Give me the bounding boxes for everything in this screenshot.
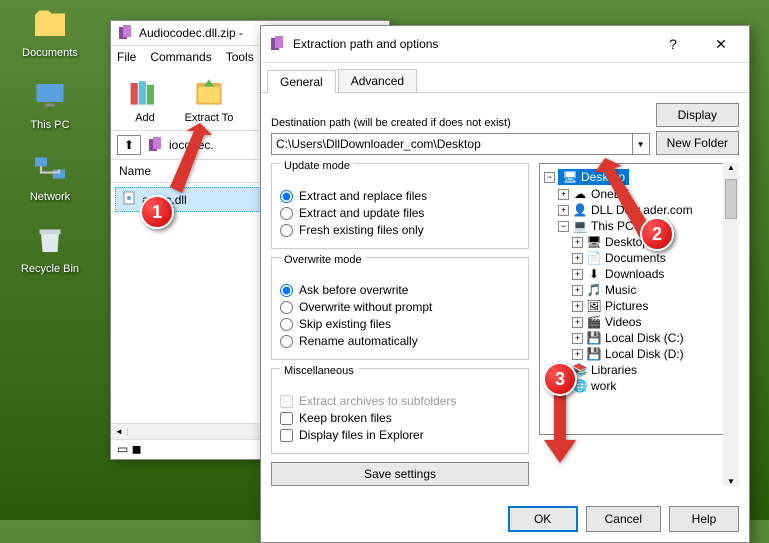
expand-icon[interactable]: + (572, 269, 583, 280)
drive-icon: 💾 (586, 331, 602, 345)
destination-label: Destination path (will be created if doe… (271, 117, 650, 129)
annotation-badge-3: 3 (543, 362, 577, 396)
desktop-icons: Documents This PC Network Recycle Bin (10, 5, 90, 293)
expand-icon[interactable]: + (558, 205, 569, 216)
pc-icon: 💻 (572, 219, 588, 233)
up-button[interactable]: ⬆ (117, 135, 141, 155)
radio-skip-existing[interactable]: Skip existing files (280, 317, 520, 331)
icon-label: Network (10, 191, 90, 203)
menu-commands[interactable]: Commands (150, 50, 211, 64)
help-button[interactable]: Help (669, 506, 739, 532)
expand-icon[interactable]: − (558, 221, 569, 232)
help-button[interactable]: ? (653, 32, 693, 56)
tab-bar: General Advanced (261, 63, 749, 92)
radio-extract-replace[interactable]: Extract and replace files (280, 189, 520, 203)
books-extract-icon (189, 74, 229, 110)
dialog-title-text: Extraction path and options (293, 37, 645, 51)
radio-overwrite-noprompt[interactable]: Overwrite without prompt (280, 300, 520, 314)
tree-network[interactable]: work (591, 379, 616, 393)
expand-icon[interactable]: − (544, 172, 555, 183)
network-icon (31, 149, 69, 187)
tab-advanced[interactable]: Advanced (338, 69, 417, 92)
icon-label: This PC (10, 119, 90, 131)
dll-file-icon (122, 191, 136, 208)
ok-button[interactable]: OK (508, 506, 578, 532)
group-legend: Update mode (280, 160, 354, 172)
expand-icon[interactable]: + (572, 285, 583, 296)
annotation-badge-1: 1 (140, 195, 174, 229)
extraction-dialog: Extraction path and options ? ✕ General … (260, 25, 750, 543)
pictures-icon: 🖼 (586, 299, 602, 313)
dialog-button-row: OK Cancel Help (261, 496, 749, 542)
downloads-icon: ⬇ (586, 267, 602, 281)
annotation-arrow-3 (540, 395, 580, 468)
cancel-button[interactable]: Cancel (586, 506, 661, 532)
user-icon: 👤 (572, 203, 588, 217)
tree-libraries[interactable]: Libraries (591, 363, 637, 377)
folder-icon (31, 5, 69, 43)
desktop-icon-recycle[interactable]: Recycle Bin (10, 221, 90, 275)
scrollbar-thumb[interactable] (725, 179, 737, 219)
expand-icon[interactable]: + (572, 333, 583, 344)
vertical-scrollbar[interactable] (723, 163, 739, 486)
desktop-icon-network[interactable]: Network (10, 149, 90, 203)
tree-pictures[interactable]: Pictures (605, 299, 648, 313)
recycle-bin-icon (31, 221, 69, 259)
winrar-app-icon (269, 36, 285, 52)
expand-icon[interactable]: + (572, 301, 583, 312)
radio-extract-update[interactable]: Extract and update files (280, 206, 520, 220)
tree-downloads[interactable]: Downloads (605, 267, 664, 281)
group-legend: Miscellaneous (280, 365, 358, 377)
tree-videos[interactable]: Videos (605, 315, 641, 329)
icon-label: Recycle Bin (10, 263, 90, 275)
menu-tools[interactable]: Tools (226, 50, 254, 64)
cloud-icon: ☁ (572, 187, 588, 201)
status-icons: ▭ ◼ (117, 442, 142, 456)
save-settings-button[interactable]: Save settings (271, 462, 529, 486)
display-button[interactable]: Display (656, 103, 739, 127)
close-button[interactable]: ✕ (701, 32, 741, 56)
expand-icon[interactable]: + (572, 349, 583, 360)
radio-rename-auto[interactable]: Rename automatically (280, 334, 520, 348)
check-subfolders[interactable]: Extract archives to subfolders (280, 394, 520, 408)
group-legend: Overwrite mode (280, 254, 366, 266)
pc-icon (31, 77, 69, 115)
winrar-app-icon (117, 25, 133, 41)
update-mode-group: Update mode Extract and replace files Ex… (271, 163, 529, 249)
check-display-explorer[interactable]: Display files in Explorer (280, 428, 520, 442)
tree-locald[interactable]: Local Disk (D:) (605, 347, 684, 361)
music-icon: 🎵 (586, 283, 602, 297)
radio-ask-overwrite[interactable]: Ask before overwrite (280, 283, 520, 297)
overwrite-mode-group: Overwrite mode Ask before overwrite Over… (271, 257, 529, 360)
drive-icon: 💾 (586, 347, 602, 361)
tree-music[interactable]: Music (605, 283, 636, 297)
expand-icon[interactable]: + (572, 317, 583, 328)
tab-general[interactable]: General (267, 70, 336, 93)
radio-fresh-only[interactable]: Fresh existing files only (280, 223, 520, 237)
misc-group: Miscellaneous Extract archives to subfol… (271, 368, 529, 454)
tree-localc[interactable]: Local Disk (C:) (605, 331, 684, 345)
dialog-titlebar[interactable]: Extraction path and options ? ✕ (261, 26, 749, 63)
check-keep-broken[interactable]: Keep broken files (280, 411, 520, 425)
desktop-icon: 🖥 (562, 170, 578, 184)
annotation-badge-2: 2 (640, 217, 674, 251)
icon-label: Documents (10, 47, 90, 59)
destination-input[interactable] (271, 133, 633, 155)
menu-file[interactable]: File (117, 50, 136, 64)
desktop-icon-documents[interactable]: Documents (10, 5, 90, 59)
desktop-icon-thispc[interactable]: This PC (10, 77, 90, 131)
expand-icon[interactable]: + (572, 253, 583, 264)
books-add-icon (125, 74, 165, 110)
videos-icon: 🎬 (586, 315, 602, 329)
expand-icon[interactable]: + (572, 237, 583, 248)
expand-icon[interactable]: + (558, 189, 569, 200)
